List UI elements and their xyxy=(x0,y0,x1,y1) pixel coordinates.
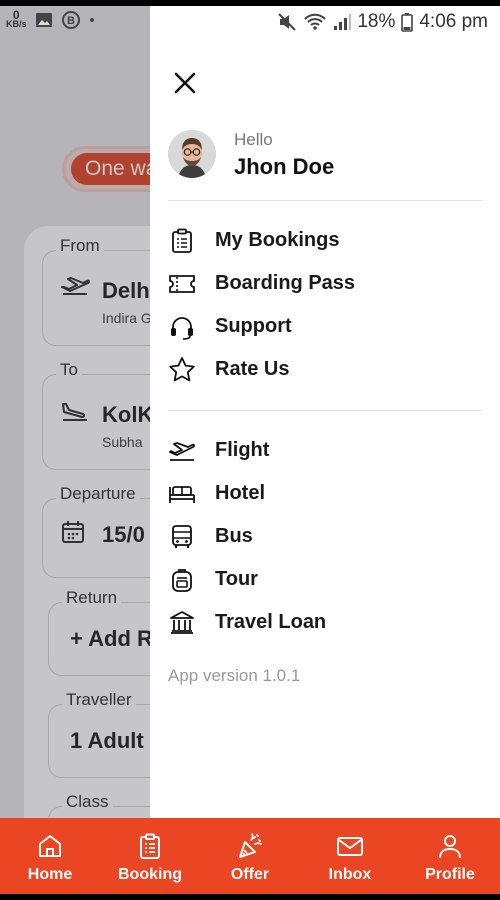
menu-item-label: Travel Loan xyxy=(215,611,327,633)
battery-percent: 18% xyxy=(357,11,396,32)
network-speed: 0 KB/s xyxy=(6,9,27,29)
backpack-icon xyxy=(168,566,196,594)
menu-item-bus[interactable]: Bus xyxy=(168,515,482,558)
menu-item-tour[interactable]: Tour xyxy=(168,558,482,601)
network-speed-unit: KB/s xyxy=(6,19,27,29)
battery-icon xyxy=(401,13,414,32)
mail-icon xyxy=(337,837,363,856)
menu-item-label: Tour xyxy=(215,568,258,590)
clipboard-icon xyxy=(168,227,196,255)
account-menu: My Bookings Boarding Pass Support Rate U… xyxy=(168,219,482,391)
headset-icon xyxy=(168,313,196,341)
menu-item-boarding-pass[interactable]: Boarding Pass xyxy=(168,262,482,305)
signal-icon xyxy=(334,14,352,30)
app-screen: One wa From Delh Indira G To KolK Subha … xyxy=(0,6,500,894)
ticket-icon xyxy=(168,270,196,298)
greeting-text: Hello xyxy=(234,130,273,149)
notification-dot-icon xyxy=(89,18,94,22)
menu-item-support[interactable]: Support xyxy=(168,305,482,348)
bed-icon xyxy=(168,480,196,508)
menu-item-label: My Bookings xyxy=(215,229,340,251)
menu-item-my-bookings[interactable]: My Bookings xyxy=(168,219,482,262)
svg-text:B: B xyxy=(67,15,75,27)
user-icon xyxy=(439,835,461,859)
user-profile[interactable]: Hello Jhon Doe xyxy=(168,130,334,179)
user-name: Jhon Doe xyxy=(234,154,335,179)
navigation-drawer: Hello Jhon Doe My Bookings Boarding Pass xyxy=(150,6,500,818)
menu-item-label: Bus xyxy=(215,525,253,547)
nav-home[interactable]: Home xyxy=(0,818,100,894)
clipboard-icon xyxy=(140,833,160,859)
mute-icon xyxy=(278,13,297,31)
nav-label: Booking xyxy=(118,866,182,883)
menu-item-travel-loan[interactable]: Travel Loan xyxy=(168,601,482,644)
nav-profile[interactable]: Profile xyxy=(400,818,500,894)
nav-inbox[interactable]: Inbox xyxy=(300,818,400,894)
bus-icon xyxy=(168,523,196,551)
nav-label: Profile xyxy=(425,866,475,883)
menu-item-rate-us[interactable]: Rate Us xyxy=(168,348,482,391)
wifi-icon xyxy=(304,13,327,30)
menu-item-label: Rate Us xyxy=(215,358,290,380)
bank-icon xyxy=(168,609,196,637)
nav-label: Offer xyxy=(230,866,270,883)
b-circle-icon: B xyxy=(61,11,80,29)
bottom-navigation: Home Booking Offer Inbox Profile xyxy=(0,818,500,894)
drawer-divider xyxy=(168,410,482,411)
star-icon xyxy=(168,356,196,384)
services-menu: Flight Hotel Bus Tour Travel Loan xyxy=(168,429,482,644)
clock: 4:06 pm xyxy=(419,11,488,32)
party-popper-icon xyxy=(239,833,262,858)
gallery-icon xyxy=(35,13,52,27)
menu-item-label: Hotel xyxy=(215,482,265,504)
avatar xyxy=(168,130,216,178)
nav-booking[interactable]: Booking xyxy=(100,818,200,894)
menu-item-label: Support xyxy=(215,315,292,337)
close-icon[interactable] xyxy=(170,68,200,98)
app-version: App version 1.0.1 xyxy=(168,666,301,685)
avatar-image xyxy=(168,130,216,178)
menu-item-flight[interactable]: Flight xyxy=(168,429,482,472)
drawer-divider xyxy=(168,200,482,201)
home-icon xyxy=(39,835,61,857)
nav-label: Home xyxy=(27,866,73,883)
menu-item-label: Flight xyxy=(215,439,270,461)
menu-item-label: Boarding Pass xyxy=(215,272,356,294)
status-bar: 0 KB/s B 18% 4:06 pm xyxy=(0,6,500,40)
nav-offer[interactable]: Offer xyxy=(200,818,300,894)
nav-label: Inbox xyxy=(328,866,372,883)
plane-icon xyxy=(168,437,196,465)
menu-item-hotel[interactable]: Hotel xyxy=(168,472,482,515)
